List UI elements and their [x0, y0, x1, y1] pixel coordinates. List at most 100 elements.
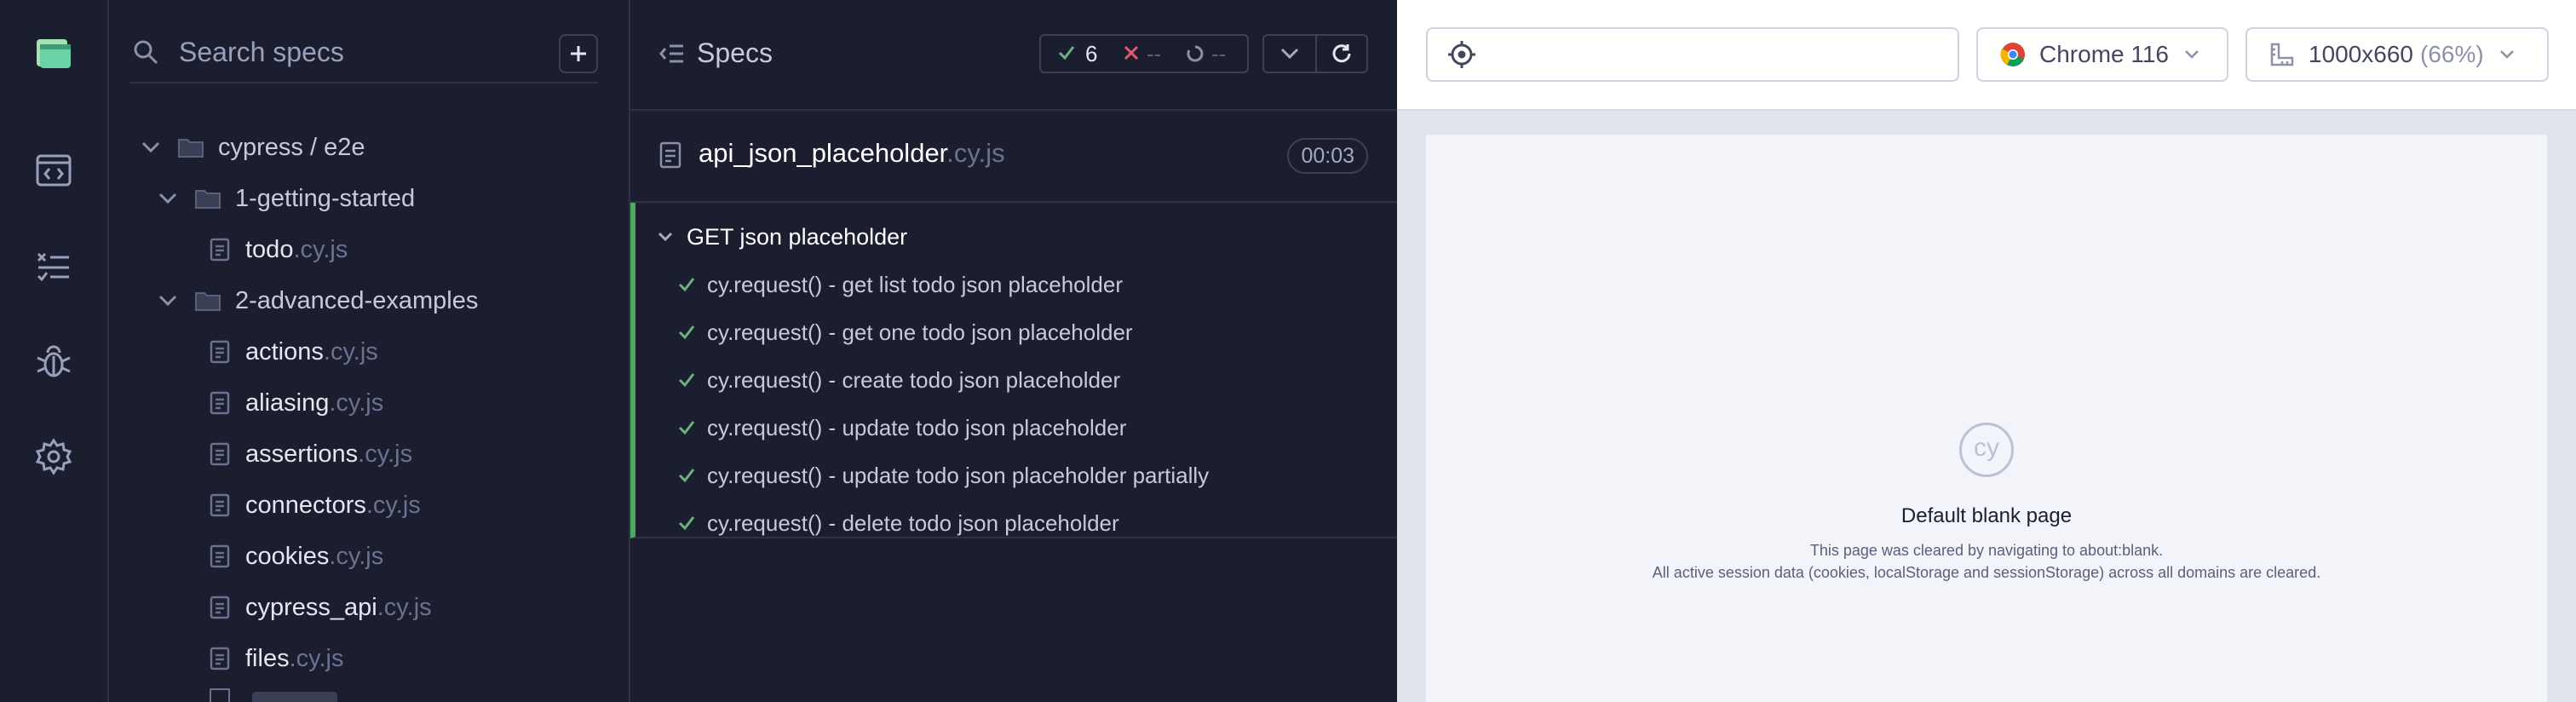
spec-file-cookies[interactable]: cookies .cy.js: [210, 531, 383, 582]
spec-file-cypress-api[interactable]: cypress_api .cy.js: [210, 582, 432, 633]
new-spec-button[interactable]: [559, 34, 598, 73]
browser-label: Chrome 116: [2039, 41, 2170, 67]
folder-icon: [194, 187, 221, 210]
specs-toggle[interactable]: Specs: [659, 37, 773, 69]
reporter-title: Specs: [697, 37, 773, 68]
passed-count: 6: [1085, 41, 1098, 66]
duration-badge: 00:03: [1287, 138, 1368, 174]
search-icon: [133, 39, 158, 65]
check-icon: [678, 324, 695, 341]
side-nav: [0, 0, 109, 702]
spec-file-name: files: [245, 644, 290, 672]
aut-viewport[interactable]: cy Default blank page This page was clea…: [1426, 135, 2547, 702]
suite-title: GET json placeholder: [687, 223, 908, 250]
test-row[interactable]: cy.request() - create todo json placehol…: [678, 356, 1120, 404]
search-input[interactable]: [177, 31, 538, 73]
spec-file-ext: .cy.js: [329, 542, 384, 570]
check-icon: [678, 467, 695, 484]
test-title: cy.request() - create todo json placehol…: [707, 366, 1121, 393]
debug-nav-icon[interactable]: [28, 336, 79, 387]
specs-nav-icon[interactable]: [28, 145, 79, 196]
spec-file-partial[interactable]: [252, 692, 337, 702]
test-row[interactable]: cy.request() - get list todo json placeh…: [678, 261, 1123, 308]
ruler-icon: [2269, 42, 2295, 67]
spec-file-todo[interactable]: todo .cy.js: [210, 224, 348, 275]
spec-file-name: todo: [245, 235, 294, 263]
spec-file-name: cookies: [245, 542, 330, 570]
document-icon: [210, 391, 230, 415]
check-icon: [678, 276, 695, 293]
spec-file-name: cypress_api: [245, 593, 377, 621]
spec-file-assertions[interactable]: assertions .cy.js: [210, 429, 412, 480]
chrome-icon: [2000, 42, 2026, 67]
app-logo-icon[interactable]: [28, 27, 79, 78]
test-row[interactable]: cy.request() - get one todo json placeho…: [678, 308, 1133, 356]
browser-select[interactable]: Chrome 116: [1976, 27, 2228, 82]
check-icon: [678, 515, 695, 532]
spec-file-connectors[interactable]: connectors .cy.js: [210, 480, 421, 531]
test-row[interactable]: cy.request() - delete todo json placehol…: [678, 499, 1119, 547]
suite-block: GET json placeholder cy.request() - get …: [630, 203, 1397, 538]
chevron-down-icon: [141, 141, 160, 153]
settings-gear-icon[interactable]: [28, 431, 79, 482]
spec-file-ext: .cy.js: [358, 440, 413, 468]
viewport-scale: (66%): [2420, 41, 2484, 67]
fail-x-icon: [1123, 44, 1140, 61]
test-stats: 6 -- --: [1039, 34, 1249, 73]
folder-name: 1-getting-started: [235, 184, 416, 212]
chevron-down-icon: [1280, 48, 1299, 60]
viewport-size: 1000x660: [2309, 41, 2414, 67]
chevron-down-icon: [2184, 49, 2199, 60]
test-title: cy.request() - delete todo json placehol…: [707, 509, 1119, 536]
check-icon: [1058, 44, 1075, 61]
spec-file-ext: .cy.js: [293, 235, 348, 263]
document-icon: [659, 141, 681, 169]
collapse-all-button[interactable]: [1264, 36, 1317, 72]
suite-header[interactable]: GET json placeholder: [658, 213, 907, 261]
chevron-down-icon: [158, 193, 177, 204]
test-row[interactable]: cy.request() - update todo json placehol…: [678, 404, 1126, 452]
viewport-select[interactable]: 1000x660 (66%): [2245, 27, 2549, 82]
spec-file-actions[interactable]: actions .cy.js: [210, 326, 378, 377]
logo-text: cy: [1974, 434, 1999, 462]
selector-playground-button[interactable]: [1426, 27, 1498, 82]
blank-page-line2: All active session data (cookies, localS…: [1652, 564, 2321, 581]
test-row[interactable]: cy.request() - update todo json placehol…: [678, 452, 1209, 499]
rerun-button[interactable]: [1317, 36, 1366, 72]
pending-count: --: [1211, 41, 1227, 66]
reporter-controls: [1262, 34, 1368, 73]
search-row: [129, 26, 598, 83]
document-icon: [210, 688, 230, 702]
spec-file-ext: .cy.js: [365, 491, 421, 519]
plus-icon: [569, 44, 588, 63]
blank-page-line1: This page was cleared by navigating to a…: [1809, 542, 2164, 559]
spec-file-name: assertions: [245, 440, 359, 468]
reporter-panel: Specs 6 -- -- api_json_placeholder.cy.js…: [630, 0, 1397, 702]
aut-toolbar: Chrome 116 1000x660 (66%): [1397, 0, 2576, 109]
document-icon: [210, 340, 230, 364]
spec-file-name: aliasing: [245, 388, 330, 417]
folder-row-2-advanced-examples[interactable]: 2-advanced-examples: [158, 275, 478, 326]
folder-row-1-getting-started[interactable]: 1-getting-started: [158, 173, 415, 224]
url-input[interactable]: [1496, 27, 1959, 82]
spec-file-ext: .cy.js: [289, 644, 344, 672]
test-title: cy.request() - update todo json placehol…: [707, 462, 1210, 488]
runs-nav-icon[interactable]: [28, 240, 79, 291]
spec-file-files[interactable]: files .cy.js: [210, 633, 343, 684]
blank-page-title: Default blank page: [1900, 504, 2073, 527]
cypress-logo-icon: cy: [1959, 423, 2014, 477]
spec-name: api_json_placeholder: [699, 138, 947, 168]
check-icon: [678, 419, 695, 436]
collapse-list-icon: [659, 43, 685, 64]
spec-file-aliasing[interactable]: aliasing .cy.js: [210, 377, 383, 429]
folder-name: cypress / e2e: [218, 133, 365, 161]
aut-panel: Chrome 116 1000x660 (66%) cy Default bla…: [1397, 0, 2576, 702]
pending-spinner-icon: [1186, 44, 1205, 63]
document-icon: [210, 238, 230, 262]
refresh-icon: [1331, 43, 1353, 65]
folder-row-root[interactable]: cypress / e2e: [141, 122, 365, 173]
test-title: cy.request() - update todo json placehol…: [707, 414, 1127, 440]
spec-file-ext: .cy.js: [323, 337, 378, 365]
spec-title[interactable]: api_json_placeholder.cy.js: [699, 138, 1005, 169]
chevron-down-icon: [158, 295, 177, 307]
